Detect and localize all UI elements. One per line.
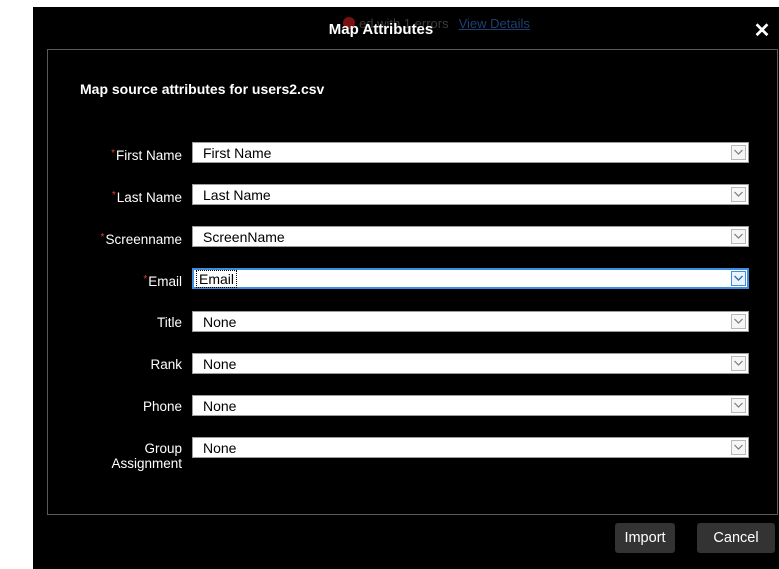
field-label: *First Name: [111, 148, 182, 163]
email-select[interactable]: Email: [192, 268, 749, 289]
title-select[interactable]: None: [192, 311, 749, 332]
select-value: None: [203, 440, 237, 456]
field-row-screenname: *Screenname ScreenName: [48, 226, 777, 252]
field-row-last-name: *Last Name Last Name: [48, 184, 777, 210]
chevron-down-icon[interactable]: [731, 187, 746, 202]
required-marker: *: [111, 148, 115, 159]
mapping-panel: Map source attributes for users2.csv *Fi…: [47, 49, 778, 515]
select-value: Email: [195, 270, 238, 288]
field-label: Rank: [150, 357, 182, 372]
group-assignment-select[interactable]: None: [192, 437, 749, 458]
chevron-down-icon[interactable]: [731, 356, 746, 371]
last-name-select[interactable]: Last Name: [192, 184, 749, 205]
dialog-title: Map Attributes: [328, 21, 434, 38]
first-name-select[interactable]: First Name: [192, 142, 749, 163]
field-label: *Last Name: [111, 190, 182, 205]
chevron-down-icon[interactable]: [731, 229, 746, 244]
field-label: Title: [156, 315, 182, 330]
map-attributes-dialog: ed with 1 errors View Details Map Attribu…: [33, 7, 779, 569]
cancel-button[interactable]: Cancel: [697, 523, 775, 553]
phone-select[interactable]: None: [192, 395, 749, 416]
select-value: First Name: [203, 145, 272, 161]
select-value: None: [203, 356, 237, 372]
required-marker: *: [143, 274, 148, 285]
field-row-group-assignment: Group Assignment None: [48, 437, 777, 471]
field-row-first-name: *First Name First Name: [48, 142, 777, 168]
dialog-titlebar: ed with 1 errors View Details Map Attribu…: [33, 7, 779, 45]
select-value: ScreenName: [203, 229, 285, 245]
field-label: Group Assignment: [111, 441, 182, 471]
field-row-rank: Rank None: [48, 353, 777, 379]
select-value: Last Name: [203, 187, 271, 203]
chevron-down-icon[interactable]: [731, 271, 746, 286]
field-row-email: *Email Email: [48, 268, 777, 294]
field-label: *Email: [143, 274, 182, 289]
select-value: None: [203, 398, 237, 414]
field-label: *Screenname: [100, 232, 182, 247]
select-value: None: [203, 314, 237, 330]
screenname-select[interactable]: ScreenName: [192, 226, 749, 247]
panel-heading: Map source attributes for users2.csv: [80, 81, 325, 97]
chevron-down-icon[interactable]: [731, 440, 746, 455]
close-icon[interactable]: ✕: [752, 21, 772, 41]
import-button[interactable]: Import: [615, 523, 675, 553]
chevron-down-icon[interactable]: [731, 145, 746, 160]
field-label: Phone: [142, 399, 182, 414]
rank-select[interactable]: None: [192, 353, 749, 374]
required-marker: *: [100, 232, 105, 243]
chevron-down-icon[interactable]: [731, 314, 746, 329]
required-marker: *: [111, 190, 116, 201]
field-row-title: Title None: [48, 311, 777, 337]
field-row-phone: Phone None: [48, 395, 777, 421]
chevron-down-icon[interactable]: [731, 398, 746, 413]
